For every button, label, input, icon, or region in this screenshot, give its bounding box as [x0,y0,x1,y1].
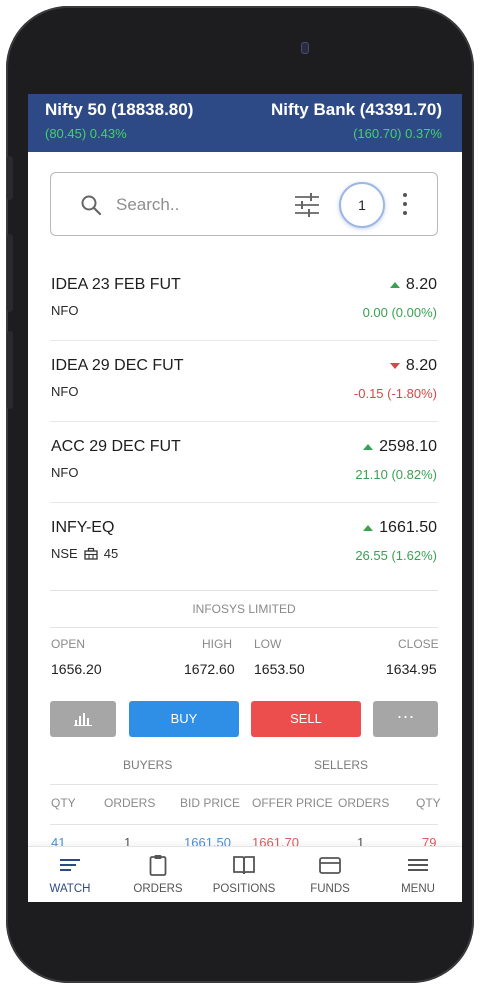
divider [50,784,438,785]
symbol-name: IDEA 29 DEC FUT [51,357,184,374]
nav-funds[interactable]: FUNDS [290,853,370,895]
index-name: Nifty 50 (18838.80) [45,100,194,119]
bottom-navigation: WATCH ORDERS POSITIONS FUNDS MENU [28,846,462,902]
nav-label: WATCH [49,883,91,895]
more-options-icon[interactable] [401,193,409,217]
watchlist-row[interactable]: IDEA 29 DEC FUT NFO 8.20 -0.15 (-1.80%) [50,342,438,422]
col-bid-qty: QTY [51,796,76,810]
price-change: -0.15 (-1.80%) [353,386,437,401]
exchange-text: NFO [51,465,79,480]
front-camera [301,42,309,54]
exchange-label: NSE 45 [51,546,118,561]
up-arrow-icon [363,525,374,531]
nav-label: FUNDS [310,883,350,895]
down-arrow-icon [389,363,400,369]
last-traded-price: 1661.50 [363,519,437,537]
book-icon [233,856,255,875]
buy-button[interactable]: BUY [129,701,239,737]
exchange-label: NFO [51,384,78,399]
up-arrow-icon [389,282,400,288]
last-traded-price: 8.20 [389,357,437,375]
watchlist-icon [60,859,80,871]
chart-button[interactable] [50,701,116,737]
search-input[interactable]: Search.. [116,195,179,215]
col-bid-price: BID PRICE [180,796,241,810]
high-value: 1672.60 [184,661,235,677]
wallet-icon [319,857,341,874]
ltp-text: 1661.50 [379,519,437,536]
open-value: 1656.20 [51,661,102,677]
watchlist-row[interactable]: IDEA 23 FEB FUT NFO 8.20 0.00 (0.00%) [50,261,438,341]
col-bid-orders: ORDERS [104,796,156,810]
bar-chart-icon [74,713,92,726]
holdings-qty: 45 [103,546,119,561]
index-change: (160.70) 0.37% [353,126,442,141]
exchange-label: NFO [51,303,78,318]
col-offer-qty: QTY [416,796,441,810]
index-nifty-50[interactable]: Nifty 50 (18838.80) (80.45) 0.43% [45,100,193,141]
watchlist-row[interactable]: ACC 29 DEC FUT NFO 2598.10 21.10 (0.82%) [50,423,438,503]
symbol-name: ACC 29 DEC FUT [51,438,181,455]
filter-sliders-icon[interactable] [293,192,321,218]
index-nifty-bank[interactable]: Nifty Bank (43391.70) (160.70) 0.37% [271,100,442,141]
close-value: 1634.95 [386,661,437,677]
buyers-label: BUYERS [123,758,173,772]
ltp-text: 2598.10 [379,438,437,455]
price-change: 26.55 (1.62%) [355,548,437,563]
nav-label: POSITIONS [212,883,276,895]
up-arrow-icon [363,444,374,450]
price-change: 0.00 (0.00%) [362,305,437,320]
more-actions-button[interactable]: ··· [373,701,438,737]
ltp-text: 8.20 [405,357,437,374]
exchange-text: NFO [51,303,79,318]
sell-button[interactable]: SELL [251,701,361,737]
last-traded-price: 8.20 [389,276,437,294]
divider [50,590,438,591]
app-screen: Nifty 50 (18838.80) (80.45) 0.43% Nifty … [28,94,462,902]
index-name: Nifty Bank (43391.70) [270,100,442,119]
nav-watch[interactable]: WATCH [30,853,110,895]
ltp-text: 8.20 [405,276,437,293]
watchlist-page-badge[interactable]: 1 [339,182,385,228]
last-traded-price: 2598.10 [363,438,437,456]
symbol-name: INFY-EQ [51,519,115,536]
low-label: LOW [254,637,282,651]
index-change: (80.45) 0.43% [45,126,127,141]
nav-orders[interactable]: ORDERS [118,853,198,895]
nav-label: MENU [401,883,435,895]
nav-label: ORDERS [133,883,183,895]
mute-switch [7,156,13,200]
open-label: OPEN [51,637,86,651]
volume-up-button [7,234,13,312]
exchange-label: NFO [51,465,78,480]
search-bar[interactable]: Search.. 1 [50,172,438,236]
nav-positions[interactable]: POSITIONS [204,853,284,895]
divider [50,824,438,825]
volume-down-button [7,331,13,409]
col-offer-price: OFFER PRICE [252,796,333,810]
holdings-briefcase-icon [84,547,98,560]
close-label: CLOSE [398,637,439,651]
nav-menu[interactable]: MENU [378,853,458,895]
exchange-text: NFO [51,384,79,399]
hamburger-icon [408,859,428,871]
search-icon [81,195,102,216]
col-offer-orders: ORDERS [338,796,390,810]
clipboard-icon [149,855,167,876]
index-ticker-bar: Nifty 50 (18838.80) (80.45) 0.43% Nifty … [28,94,462,152]
watchlist-row-selected[interactable]: INFY-EQ NSE 45 1661.50 26.55 (1.62%) [50,504,438,584]
company-name: INFOSYS LIMITED [50,598,438,628]
low-value: 1653.50 [254,661,305,677]
exchange-text: NSE [51,546,78,561]
price-change: 21.10 (0.82%) [355,467,437,482]
high-label: HIGH [202,637,232,651]
symbol-name: IDEA 23 FEB FUT [51,276,181,293]
sellers-label: SELLERS [314,758,369,772]
